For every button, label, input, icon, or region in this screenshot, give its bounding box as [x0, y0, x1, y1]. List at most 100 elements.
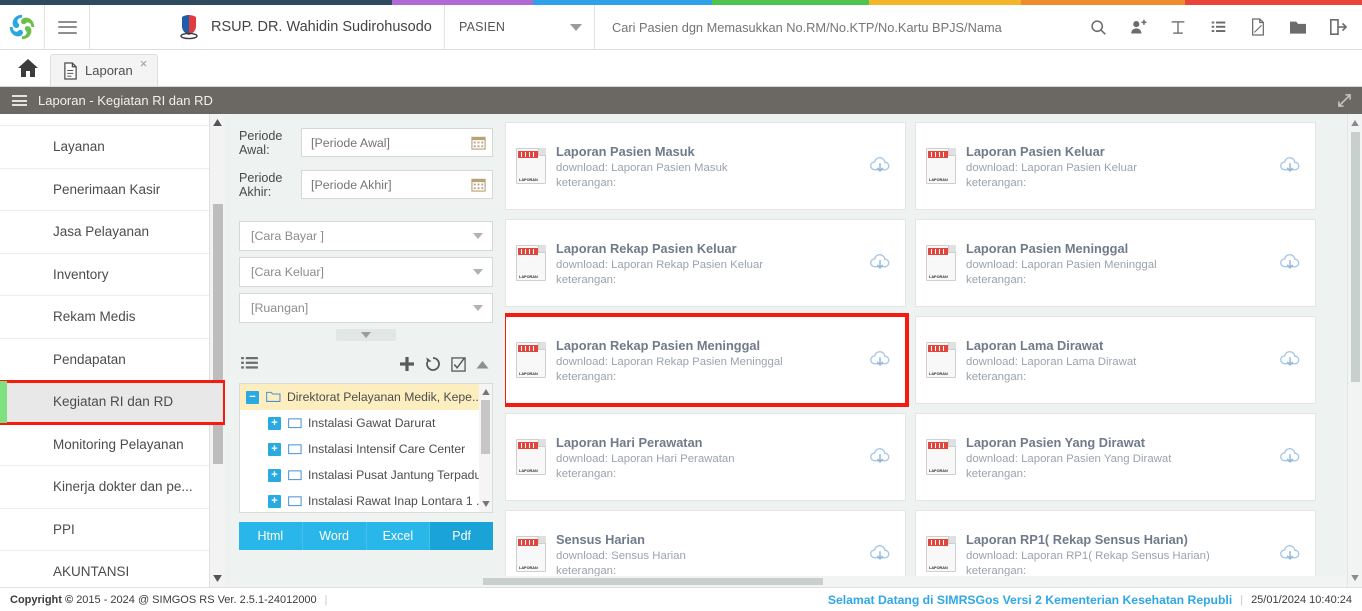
check-box-icon[interactable]	[451, 357, 466, 372]
global-search[interactable]	[595, 5, 1078, 49]
sidebar-item-pendapatan[interactable]: Pendapatan	[0, 339, 225, 382]
ruangan-select[interactable]: [Ruangan]	[239, 293, 493, 323]
calendar-icon[interactable]	[471, 177, 486, 192]
module-select[interactable]: PASIEN	[445, 5, 595, 49]
expand-arrows-icon[interactable]	[1337, 93, 1352, 108]
sidebar-item-ppi[interactable]: PPI	[0, 509, 225, 552]
sidebar-scroll-thumb[interactable]	[213, 204, 223, 464]
periode-awal-input[interactable]	[311, 136, 471, 150]
export-label: Word	[319, 529, 349, 543]
hamburger-icon[interactable]	[12, 93, 27, 109]
tree-scrollbar[interactable]	[479, 384, 492, 512]
sidebar-item-kegiatan-ri-dan-rd[interactable]: Kegiatan RI dan RD	[0, 381, 225, 424]
show-more-filters-button[interactable]	[336, 329, 396, 341]
cloud-download-icon[interactable]	[1277, 347, 1303, 373]
sidebar-item-monitoring-pelayanan[interactable]: Monitoring Pelayanan	[0, 424, 225, 467]
list-icon[interactable]	[1198, 5, 1238, 50]
export-pdf-button[interactable]: Pdf	[430, 522, 493, 550]
tree-row[interactable]: + Instalasi Rawat Inap Lontara 1 ...	[240, 488, 492, 513]
scroll-down-icon[interactable]	[210, 570, 225, 587]
export-excel-button[interactable]: Excel	[367, 522, 431, 550]
tree-collapse-toggle[interactable]: −	[246, 391, 259, 404]
cloud-download-icon[interactable]	[1277, 250, 1303, 276]
tab-label: Laporan	[85, 63, 133, 78]
close-icon[interactable]: ×	[140, 56, 148, 71]
report-card[interactable]: LAPORAN Laporan Pasien Meninggal downloa…	[915, 219, 1316, 307]
report-download-text: download: Laporan Lama Dirawat	[966, 356, 1277, 368]
cloud-download-icon[interactable]	[867, 250, 893, 276]
calendar-icon[interactable]	[471, 135, 486, 150]
tree-row[interactable]: + Instalasi Pusat Jantung Terpadu	[240, 462, 492, 488]
cara-keluar-select[interactable]: [Cara Keluar]	[239, 257, 493, 287]
sidebar-item-akuntansi[interactable]: AKUNTANSI	[0, 551, 225, 587]
plus-icon[interactable]	[399, 356, 415, 372]
horizontal-scroll-thumb[interactable]	[483, 578, 823, 585]
sidebar-toggle-button[interactable]	[45, 5, 90, 49]
export-word-button[interactable]: Word	[303, 522, 367, 550]
tree-row[interactable]: − Direktorat Pelayanan Medik, Kepe...	[240, 384, 492, 410]
home-tab-button[interactable]	[10, 49, 46, 86]
search-icon[interactable]	[1078, 5, 1118, 50]
history-refresh-icon[interactable]	[425, 356, 441, 372]
cloud-download-icon[interactable]	[867, 347, 893, 373]
app-logo[interactable]	[0, 5, 45, 49]
export-html-button[interactable]: Html	[239, 522, 303, 550]
cloud-download-icon[interactable]	[867, 444, 893, 470]
tree-row[interactable]: + Instalasi Gawat Darurat	[240, 410, 492, 436]
report-keterangan: keterangan:	[966, 371, 1277, 383]
report-title: Laporan Pasien Masuk	[556, 144, 867, 159]
tree-expand-toggle[interactable]: +	[268, 443, 281, 456]
report-card[interactable]: LAPORAN Laporan Hari Perawatan download:…	[505, 413, 906, 501]
sidebar-item-rekam-medis[interactable]: Rekam Medis	[0, 296, 225, 339]
report-card[interactable]: LAPORAN Laporan Pasien Masuk download: L…	[505, 122, 906, 210]
cloud-download-icon[interactable]	[867, 541, 893, 567]
sidebar-item-jasa-pelayanan[interactable]: Jasa Pelayanan	[0, 211, 225, 254]
cara-bayar-select[interactable]: [Cara Bayar ]	[239, 221, 493, 251]
report-card[interactable]: LAPORAN Laporan Pasien Keluar download: …	[915, 122, 1316, 210]
tree-scroll-thumb[interactable]	[481, 400, 490, 454]
folder-icon	[288, 469, 302, 481]
sidebar-item-layanan[interactable]: Layanan	[0, 126, 225, 169]
report-card[interactable]: LAPORAN Laporan Lama Dirawat download: L…	[915, 316, 1316, 404]
tree-toolbar	[239, 349, 493, 379]
scroll-up-icon[interactable]	[479, 384, 492, 400]
cloud-download-icon[interactable]	[867, 153, 893, 179]
tree-row[interactable]: + Instalasi Intensif Care Center	[240, 436, 492, 462]
sidebar-item-penerimaan-kasir[interactable]: Penerimaan Kasir	[0, 169, 225, 212]
cloud-download-icon[interactable]	[1277, 153, 1303, 179]
tree-expand-toggle[interactable]: +	[268, 417, 281, 430]
report-card-selected[interactable]: LAPORAN Laporan Rekap Pasien Meninggal d…	[505, 316, 906, 404]
report-card[interactable]: LAPORAN Laporan Pasien Yang Dirawat down…	[915, 413, 1316, 501]
main-scroll-thumb[interactable]	[1351, 132, 1360, 382]
main-scrollbar[interactable]	[1347, 114, 1362, 587]
cloud-download-icon[interactable]	[1277, 444, 1303, 470]
logout-icon[interactable]	[1318, 5, 1358, 50]
scroll-down-icon[interactable]	[1348, 569, 1362, 587]
scroll-down-icon[interactable]	[479, 496, 492, 512]
periode-akhir-input[interactable]	[311, 178, 471, 192]
scroll-up-icon[interactable]	[210, 114, 225, 131]
sidebar-item-kinerja-dokter[interactable]: Kinerja dokter dan pe...	[0, 466, 225, 509]
copyright-detail: 2015 - 2024 @ SIMGOS RS Ver. 2.5.1-24012…	[76, 594, 316, 606]
folder-icon[interactable]	[1278, 5, 1318, 50]
sidebar-item-inventory[interactable]: Inventory	[0, 254, 225, 297]
list-view-icon[interactable]	[241, 357, 258, 371]
periode-akhir-field[interactable]	[301, 170, 493, 199]
laporan-document-icon: LAPORAN	[926, 439, 956, 475]
chevron-up-icon[interactable]	[476, 360, 489, 369]
report-download-text: download: Laporan Pasien Keluar	[966, 162, 1277, 174]
tree-expand-toggle[interactable]: +	[268, 469, 281, 482]
pdf-file-icon[interactable]	[1238, 5, 1278, 50]
main-horizontal-scrollbar[interactable]	[483, 576, 1346, 587]
copyright-text: Copyright © 2015 - 2024 @ SIMGOS RS Ver.…	[10, 594, 317, 606]
text-tool-icon[interactable]	[1158, 5, 1198, 50]
periode-awal-field[interactable]	[301, 128, 493, 157]
sidebar-scrollbar[interactable]	[209, 114, 225, 587]
search-input[interactable]	[612, 20, 1078, 35]
cloud-download-icon[interactable]	[1277, 541, 1303, 567]
report-card[interactable]: LAPORAN Laporan Rekap Pasien Keluar down…	[505, 219, 906, 307]
add-user-icon[interactable]	[1118, 5, 1158, 50]
scroll-up-icon[interactable]	[1348, 114, 1362, 132]
tab-laporan[interactable]: Laporan ×	[50, 54, 158, 86]
tree-expand-toggle[interactable]: +	[268, 495, 281, 508]
